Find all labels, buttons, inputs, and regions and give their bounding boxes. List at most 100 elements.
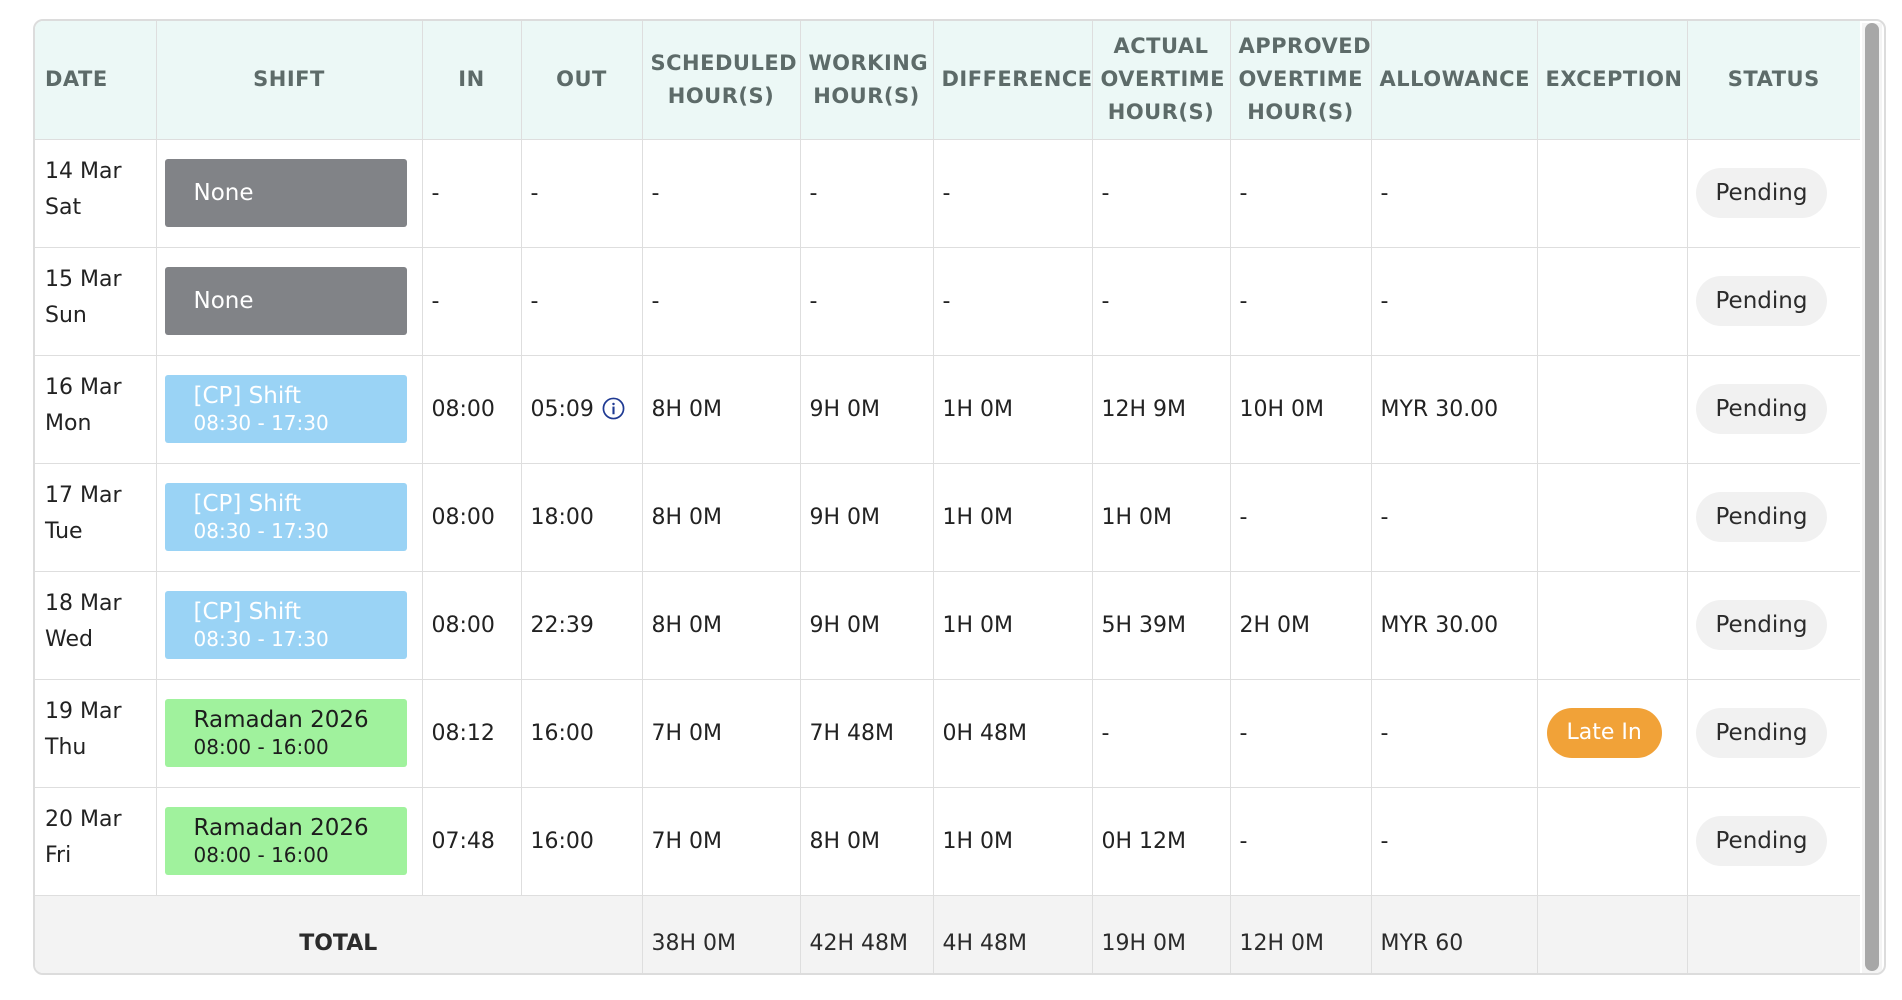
actual-overtime-cell: 12H 9M	[1092, 355, 1231, 464]
allowance-cell: -	[1371, 679, 1538, 788]
shift-chip[interactable]: None	[164, 267, 407, 335]
out-cell: 05:09	[521, 355, 643, 464]
difference-cell: -	[933, 139, 1093, 248]
date-cell: 18 Mar Wed	[35, 571, 157, 680]
total-approved-overtime: 12H 0M	[1230, 895, 1372, 973]
difference-cell: 1H 0M	[933, 571, 1093, 680]
out-time: -	[530, 180, 539, 206]
shift-cell: None	[156, 247, 423, 356]
shift-cell: Ramadan 2026 08:00 - 16:00	[156, 787, 423, 896]
in-cell: 08:00	[422, 571, 522, 680]
difference-cell: 1H 0M	[933, 355, 1093, 464]
shift-cell: Ramadan 2026 08:00 - 16:00	[156, 679, 423, 788]
date-weekday: Fri	[45, 842, 72, 868]
date-day: 20 Mar	[45, 806, 122, 832]
shift-name: None	[193, 180, 254, 206]
header-scheduled-hours[interactable]: SCHEDULED HOUR(S)	[642, 21, 801, 140]
header-difference[interactable]: DIFFERENCE	[933, 21, 1093, 140]
out-time: 16:00	[530, 720, 594, 746]
header-exception[interactable]: EXCEPTION	[1537, 21, 1688, 140]
exception-cell	[1537, 463, 1688, 572]
header-working-hours[interactable]: WORKING HOUR(S)	[800, 21, 934, 140]
table-row: 16 Mar Mon [CP] Shift 08:30 - 17:30 08:00 05:…	[35, 355, 1860, 464]
date-cell: 14 Mar Sat	[35, 139, 157, 248]
approved-overtime-cell: -	[1230, 139, 1372, 248]
shift-chip[interactable]: Ramadan 2026 08:00 - 16:00	[164, 699, 407, 767]
actual-overtime-cell: -	[1092, 247, 1231, 356]
header-status[interactable]: STATUS	[1687, 21, 1860, 140]
shift-cell: [CP] Shift 08:30 - 17:30	[156, 571, 423, 680]
table-row: 18 Mar Wed [CP] Shift 08:30 - 17:30 08:00 22:…	[35, 571, 1860, 680]
approved-overtime-cell: -	[1230, 463, 1372, 572]
out-time: 18:00	[530, 504, 594, 530]
shift-chip[interactable]: None	[164, 159, 407, 227]
date-day: 14 Mar	[45, 158, 122, 184]
shift-time: 08:00 - 16:00	[193, 843, 329, 867]
difference-cell: 1H 0M	[933, 463, 1093, 572]
actual-overtime-cell: 5H 39M	[1092, 571, 1231, 680]
out-cell: 16:00	[521, 787, 643, 896]
status-badge[interactable]: Pending	[1695, 276, 1828, 326]
status-badge[interactable]: Pending	[1695, 384, 1828, 434]
date-weekday: Wed	[45, 626, 93, 652]
header-in[interactable]: IN	[422, 21, 522, 140]
in-cell: -	[422, 139, 522, 248]
scheduled-cell: 7H 0M	[642, 679, 801, 788]
date-weekday: Sun	[45, 302, 87, 328]
info-icon[interactable]	[602, 397, 625, 420]
table-row: 17 Mar Tue [CP] Shift 08:30 - 17:30 08:00 18:…	[35, 463, 1860, 572]
total-allowance: MYR 60	[1371, 895, 1538, 973]
out-time: 16:00	[530, 828, 594, 854]
allowance-cell: -	[1371, 247, 1538, 356]
header-allowance[interactable]: ALLOWANCE	[1371, 21, 1538, 140]
out-cell: -	[521, 247, 643, 356]
header-shift[interactable]: SHIFT	[156, 21, 423, 140]
out-cell: 16:00	[521, 679, 643, 788]
scrollbar-thumb[interactable]	[1865, 23, 1879, 971]
approved-overtime-cell: 10H 0M	[1230, 355, 1372, 464]
shift-name: None	[193, 288, 254, 314]
header-date[interactable]: DATE	[35, 21, 157, 140]
allowance-cell: -	[1371, 463, 1538, 572]
status-cell: Pending	[1687, 139, 1860, 248]
status-badge[interactable]: Pending	[1695, 168, 1828, 218]
status-cell: Pending	[1687, 247, 1860, 356]
status-cell: Pending	[1687, 463, 1860, 572]
table-row: 20 Mar Fri Ramadan 2026 08:00 - 16:00 07:48 1…	[35, 787, 1860, 896]
status-badge[interactable]: Pending	[1695, 600, 1828, 650]
status-badge[interactable]: Pending	[1695, 708, 1828, 758]
header-actual-overtime[interactable]: ACTUAL OVERTIME HOUR(S)	[1092, 21, 1231, 140]
in-cell: 08:00	[422, 463, 522, 572]
exception-badge[interactable]: Late In	[1546, 708, 1662, 758]
status-badge[interactable]: Pending	[1695, 816, 1828, 866]
shift-chip[interactable]: [CP] Shift 08:30 - 17:30	[164, 483, 407, 551]
vertical-scrollbar[interactable]	[1862, 23, 1882, 973]
date-weekday: Mon	[45, 410, 92, 436]
in-cell: -	[422, 247, 522, 356]
approved-overtime-cell: -	[1230, 247, 1372, 356]
date-day: 16 Mar	[45, 374, 122, 400]
exception-cell: Late In	[1537, 679, 1688, 788]
total-status	[1687, 895, 1860, 973]
date-weekday: Thu	[45, 734, 87, 760]
shift-cell: None	[156, 139, 423, 248]
date-day: 18 Mar	[45, 590, 122, 616]
total-row: TOTAL 38H 0M 42H 48M 4H 48M 19H 0M 12H 0…	[35, 895, 1860, 973]
shift-time: 08:30 - 17:30	[193, 411, 329, 435]
total-exception	[1537, 895, 1688, 973]
out-time: -	[530, 288, 539, 314]
date-day: 17 Mar	[45, 482, 122, 508]
total-actual-overtime: 19H 0M	[1092, 895, 1231, 973]
shift-chip[interactable]: [CP] Shift 08:30 - 17:30	[164, 375, 407, 443]
status-badge[interactable]: Pending	[1695, 492, 1828, 542]
header-out[interactable]: OUT	[521, 21, 643, 140]
shift-time: 08:30 - 17:30	[193, 519, 329, 543]
shift-chip[interactable]: [CP] Shift 08:30 - 17:30	[164, 591, 407, 659]
shift-chip[interactable]: Ramadan 2026 08:00 - 16:00	[164, 807, 407, 875]
exception-cell	[1537, 571, 1688, 680]
allowance-cell: -	[1371, 787, 1538, 896]
header-approved-overtime[interactable]: APPROVED OVERTIME HOUR(S)	[1230, 21, 1372, 140]
actual-overtime-cell: 1H 0M	[1092, 463, 1231, 572]
working-cell: -	[800, 139, 934, 248]
out-cell: 18:00	[521, 463, 643, 572]
